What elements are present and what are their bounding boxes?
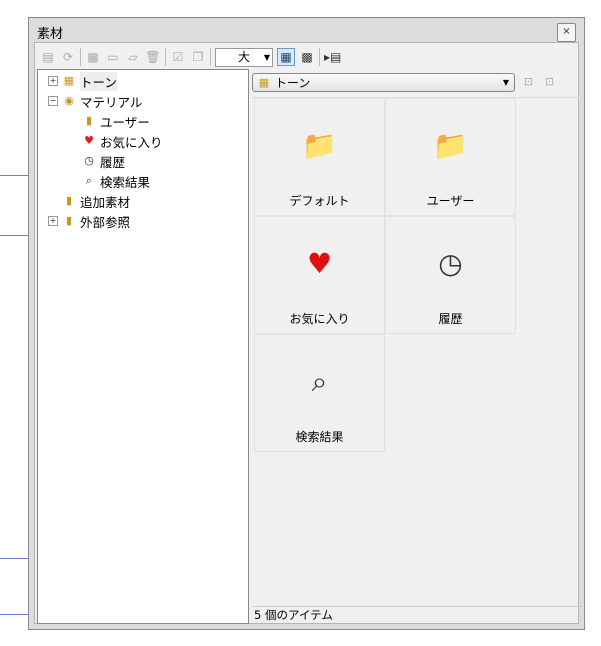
- tree-item-history[interactable]: ◷ 履歴: [82, 152, 125, 170]
- item-label: お気に入り: [289, 312, 350, 326]
- tree-item-material[interactable]: − ◉ マテリアル: [48, 92, 142, 110]
- divider: [319, 48, 320, 66]
- tone-icon[interactable]: ▩: [85, 49, 101, 65]
- tree-label: お気に入り: [100, 134, 163, 150]
- background-line: [0, 235, 28, 236]
- grid-item-user[interactable]: 📁 ユーザー: [385, 98, 516, 216]
- location-value: トーン: [275, 76, 311, 90]
- tree-item-added-materials[interactable]: ▮ 追加素材: [62, 192, 130, 210]
- history-icon: ◷: [84, 154, 94, 167]
- background-line: [0, 614, 28, 615]
- collapse-icon[interactable]: −: [48, 96, 58, 106]
- history-icon: ◷: [438, 247, 463, 280]
- expand-icon[interactable]: +: [48, 76, 58, 86]
- refresh-icon[interactable]: ⟳: [60, 49, 76, 65]
- chevron-down-icon: ▼: [502, 78, 509, 87]
- grid-item-favorites[interactable]: ♥ お気に入り: [254, 216, 385, 334]
- tree-label: トーン: [80, 71, 117, 91]
- tree-item-user[interactable]: ▮ ユーザー: [82, 112, 150, 130]
- item-label: 履歴: [438, 312, 463, 326]
- large-view-icon[interactable]: ▦: [277, 48, 295, 66]
- tree-label: 追加素材: [80, 194, 131, 210]
- trash-icon[interactable]: 🗑: [145, 49, 161, 65]
- tree-item-tone[interactable]: + ▦ トーン: [48, 71, 117, 91]
- material-folder-icon: ◉: [64, 94, 74, 107]
- material-window: 素材 × ▤ ⟳ ▩ ▭ ▱ 🗑 ☑ ❐ 大 ▼ ▦ ▩ ▸▤ + ▦ トーン − ◉ マ…: [28, 17, 585, 630]
- folder-icon: ▮: [65, 194, 73, 207]
- tree-label: 履歴: [100, 154, 126, 170]
- grid-item-search-results[interactable]: ⌕ 検索結果: [254, 334, 385, 452]
- folder-icon: ▮: [85, 114, 93, 127]
- item-label: デフォルト: [289, 194, 350, 208]
- thumbnail-size-select[interactable]: 大 ▼: [215, 47, 273, 67]
- tone-folder-icon: ▦: [63, 74, 75, 87]
- checkbox-icon[interactable]: ☑: [170, 49, 186, 65]
- tree-item-search-results[interactable]: ⌕ 検索結果: [82, 172, 150, 190]
- search-icon: ⌕: [311, 365, 328, 398]
- status-bar: 5 個のアイテム: [252, 606, 582, 623]
- background-line: [0, 175, 28, 176]
- size-value: 大: [237, 49, 250, 64]
- window-title: 素材: [37, 27, 64, 42]
- expand-icon[interactable]: +: [48, 216, 58, 226]
- divider: [210, 48, 211, 66]
- grid-item-default[interactable]: 📁 デフォルト: [254, 98, 385, 216]
- toolbar: ▤ ⟳ ▩ ▭ ▱ 🗑 ☑ ❐ 大 ▼ ▦ ▩ ▸▤: [40, 47, 341, 67]
- favorites-icon: ♥: [84, 134, 94, 147]
- close-button[interactable]: ×: [557, 23, 576, 42]
- tree-label: 外部参照: [80, 214, 131, 230]
- grid-item-history[interactable]: ◷ 履歴: [385, 216, 516, 334]
- content-panel: ▦ トーン ▼ ⊡ ⊡ 📁 デフォルト 📁 ユーザー ♥ お気に入り ◷ 履歴 ⌕ 検索結果 …: [252, 69, 582, 623]
- item-label: 検索結果: [295, 430, 344, 444]
- favorites-icon: ♥: [306, 247, 333, 280]
- tree-item-external[interactable]: + ▮ 外部参照: [48, 212, 130, 230]
- up-folder-icon[interactable]: ⊡: [521, 75, 536, 90]
- tone-folder-icon: ▦: [258, 75, 270, 89]
- divider: [80, 48, 81, 66]
- folder-tree: + ▦ トーン − ◉ マテリアル ▮ ユーザー ♥ お気に入り ◷ 履歴 ⌕ 検索結果 ▮ 追加…: [37, 69, 249, 624]
- divider: [165, 48, 166, 66]
- background-line: [0, 558, 28, 559]
- tree-label: ユーザー: [100, 114, 150, 130]
- folder-icon: 📁: [302, 129, 337, 162]
- open-folder-icon[interactable]: ▱: [125, 49, 141, 65]
- windows-icon[interactable]: ❐: [190, 49, 206, 65]
- item-grid: 📁 デフォルト 📁 ユーザー ♥ お気に入り ◷ 履歴 ⌕ 検索結果: [252, 97, 580, 605]
- item-label: ユーザー: [426, 194, 475, 208]
- location-dropdown[interactable]: ▦ トーン ▼: [252, 73, 515, 92]
- tree-label: 検索結果: [100, 174, 151, 190]
- tree-label: マテリアル: [80, 94, 143, 110]
- window-body: ▤ ⟳ ▩ ▭ ▱ 🗑 ☑ ❐ 大 ▼ ▦ ▩ ▸▤ + ▦ トーン − ◉ マテリアル …: [34, 42, 582, 624]
- tree-item-favorites[interactable]: ♥ お気に入り: [82, 132, 163, 150]
- folder-icon: 📁: [433, 129, 468, 162]
- search-icon: ⌕: [85, 174, 93, 187]
- panel-toggle-icon[interactable]: ▸▤: [324, 49, 341, 65]
- new-folder-icon[interactable]: ▭: [105, 49, 121, 65]
- chevron-down-icon: ▼: [263, 52, 270, 62]
- paste-icon[interactable]: ▤: [40, 49, 56, 65]
- down-folder-icon[interactable]: ⊡: [542, 75, 557, 90]
- tile-view-icon[interactable]: ▩: [299, 49, 315, 65]
- folder-icon: ▮: [65, 214, 73, 227]
